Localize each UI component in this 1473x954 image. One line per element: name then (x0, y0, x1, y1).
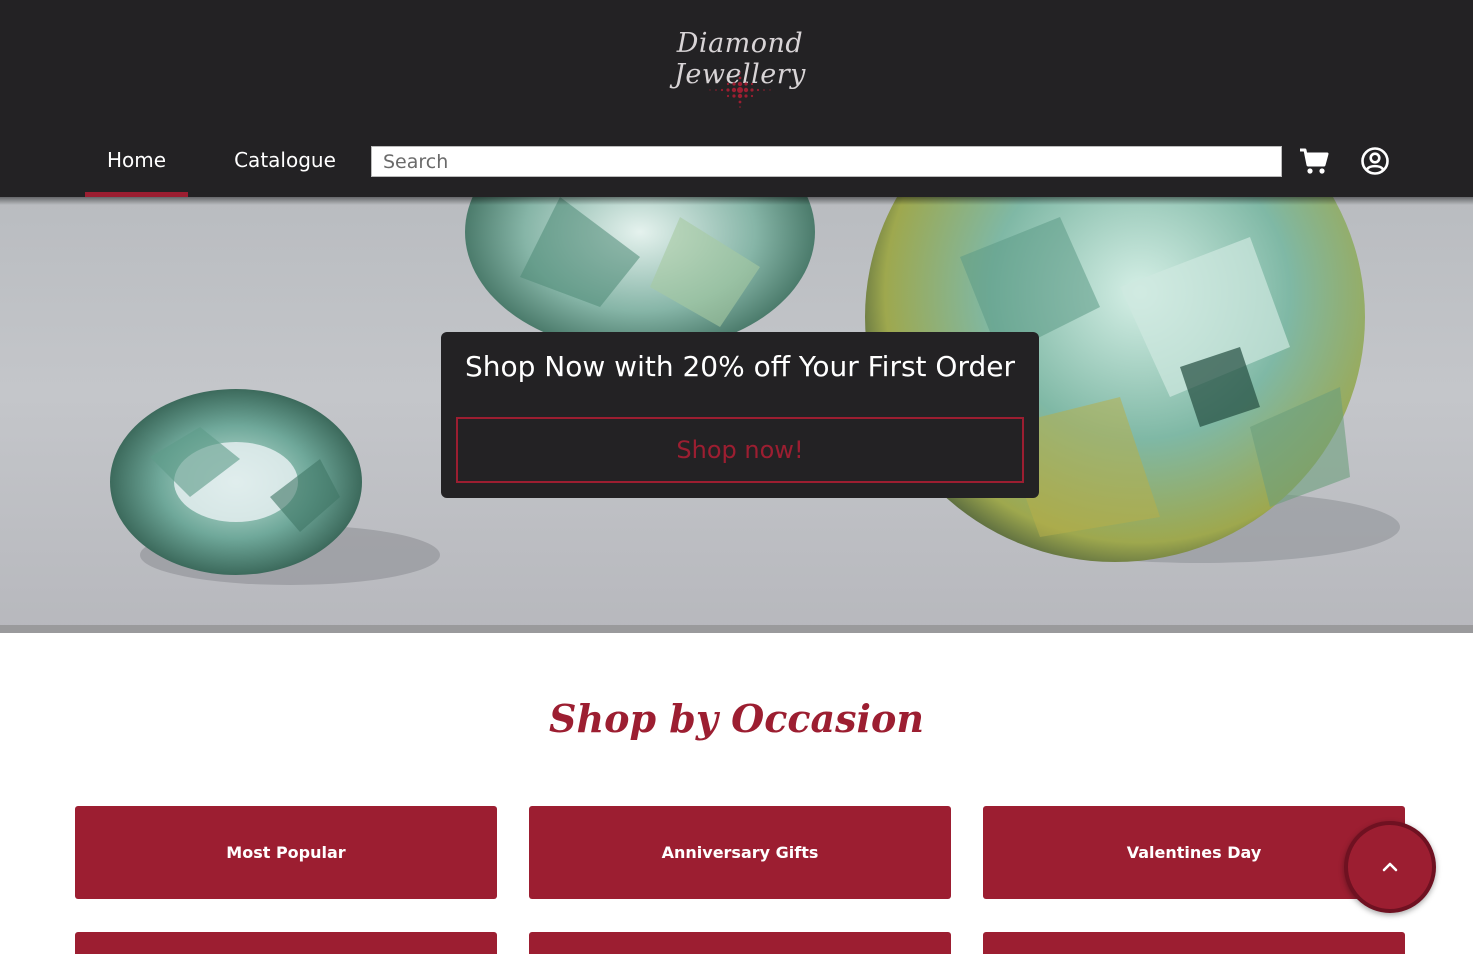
occasion-valentines-day[interactable]: Valentines Day (983, 806, 1405, 899)
nav-home-label: Home (106, 148, 167, 172)
diamond-sparkle-icon (709, 72, 771, 108)
cart-button[interactable] (1298, 145, 1330, 177)
nav-home[interactable]: Home (85, 132, 188, 197)
scroll-to-top-button[interactable] (1344, 821, 1436, 913)
nav-catalogue-label: Catalogue (234, 148, 336, 172)
promo-title: Shop Now with 20% off Your First Order (464, 350, 1016, 383)
occasion-tile[interactable] (529, 932, 951, 954)
section-title: Shop by Occasion (549, 696, 924, 741)
hero-bottom-border (0, 625, 1473, 633)
nav-catalogue[interactable]: Catalogue (220, 132, 350, 192)
occasion-tile[interactable] (983, 932, 1405, 954)
account-icon (1361, 147, 1389, 175)
shop-now-button[interactable]: Shop now! (456, 417, 1024, 483)
site-header: Diamond Jewellery Home Catalogue (0, 0, 1473, 197)
search-input[interactable] (371, 146, 1282, 177)
promo-card: Shop Now with 20% off Your First Order S… (441, 332, 1039, 498)
logo[interactable]: Diamond Jewellery (620, 22, 860, 114)
occasion-tile[interactable] (75, 932, 497, 954)
hero-top-shadow (0, 197, 1473, 205)
cart-icon (1300, 148, 1329, 174)
chevron-up-icon (1382, 862, 1398, 872)
occasion-anniversary-gifts[interactable]: Anniversary Gifts (529, 806, 951, 899)
account-button[interactable] (1359, 145, 1391, 177)
occasion-most-popular[interactable]: Most Popular (75, 806, 497, 899)
